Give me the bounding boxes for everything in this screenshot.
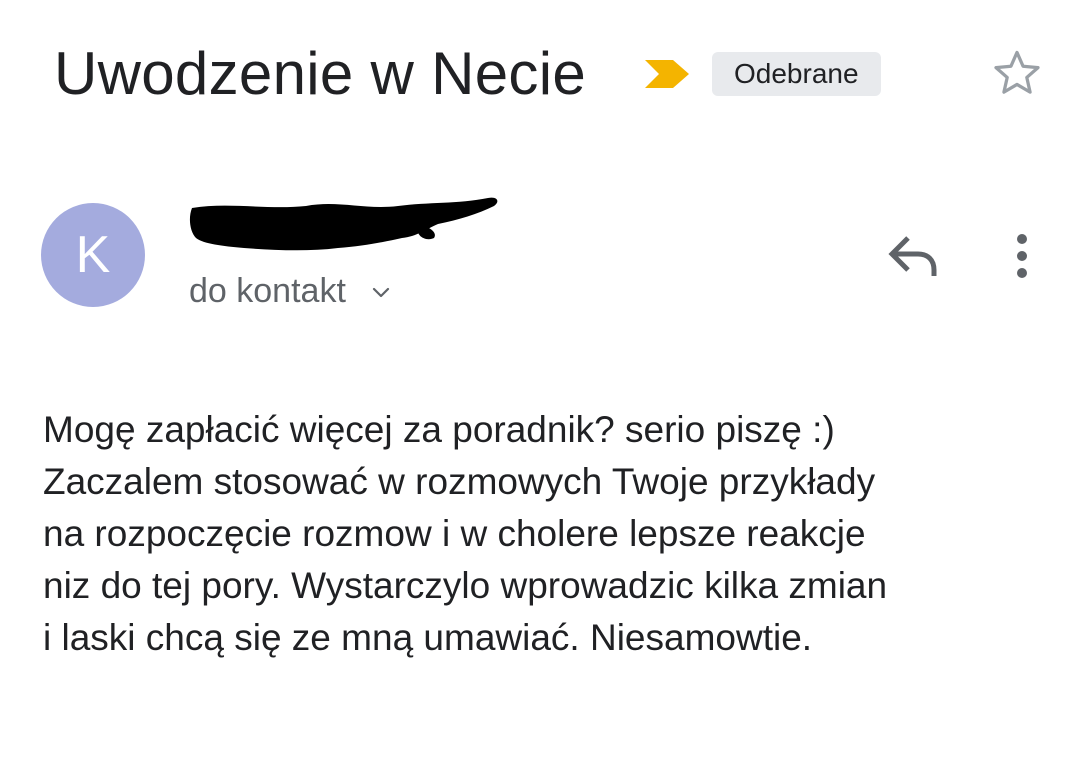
star-outline-icon[interactable] <box>989 45 1045 101</box>
sender-avatar[interactable]: K <box>41 203 145 307</box>
body-line: Zaczalem stosować w rozmowych Twoje przy… <box>43 461 876 502</box>
recipient-text: do kontakt <box>189 272 346 310</box>
body-line: niz do tej pory. Wystarczylo wprowadzic … <box>43 565 888 606</box>
sender-name-redacted <box>189 197 498 251</box>
important-marker-icon[interactable] <box>643 58 691 90</box>
more-vertical-icon[interactable] <box>1006 228 1038 284</box>
inbox-label-chip[interactable]: Odebrane <box>712 52 881 96</box>
subject-row: Uwodzenie w Necie Odebrane <box>54 38 1049 110</box>
email-body: Mogę zapłacić więcej za poradnik? serio … <box>43 404 1058 664</box>
body-line: i laski chcą się ze mną umawiać. Niesamo… <box>43 617 813 658</box>
recipient-toggle[interactable]: do kontakt <box>189 268 393 314</box>
email-subject: Uwodzenie w Necie <box>54 40 587 107</box>
body-line: Mogę zapłacić więcej za poradnik? serio … <box>43 409 835 450</box>
body-line: na rozpoczęcie rozmow i w cholere lepsze… <box>43 513 866 554</box>
chevron-down-icon <box>373 287 390 298</box>
reply-icon[interactable] <box>882 228 944 284</box>
